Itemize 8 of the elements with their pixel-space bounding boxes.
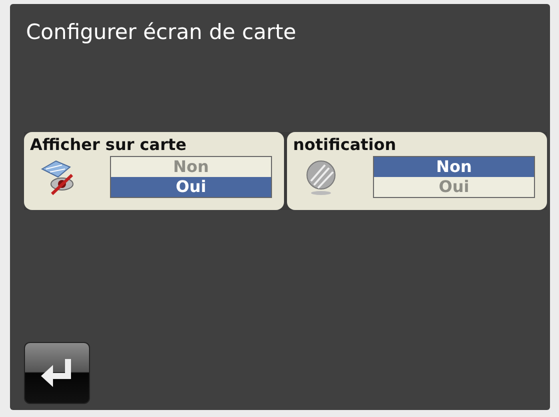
option-item[interactable]: Oui bbox=[111, 177, 271, 197]
screen-title: Configurer écran de carte bbox=[25, 19, 298, 46]
setting-label: Afficher sur carte bbox=[30, 134, 188, 156]
setting-label: notification bbox=[293, 134, 398, 156]
option-item[interactable]: Non bbox=[111, 157, 271, 177]
option-item[interactable]: Non bbox=[374, 157, 534, 177]
option-item[interactable]: Oui bbox=[374, 177, 534, 197]
back-button[interactable] bbox=[24, 342, 90, 404]
